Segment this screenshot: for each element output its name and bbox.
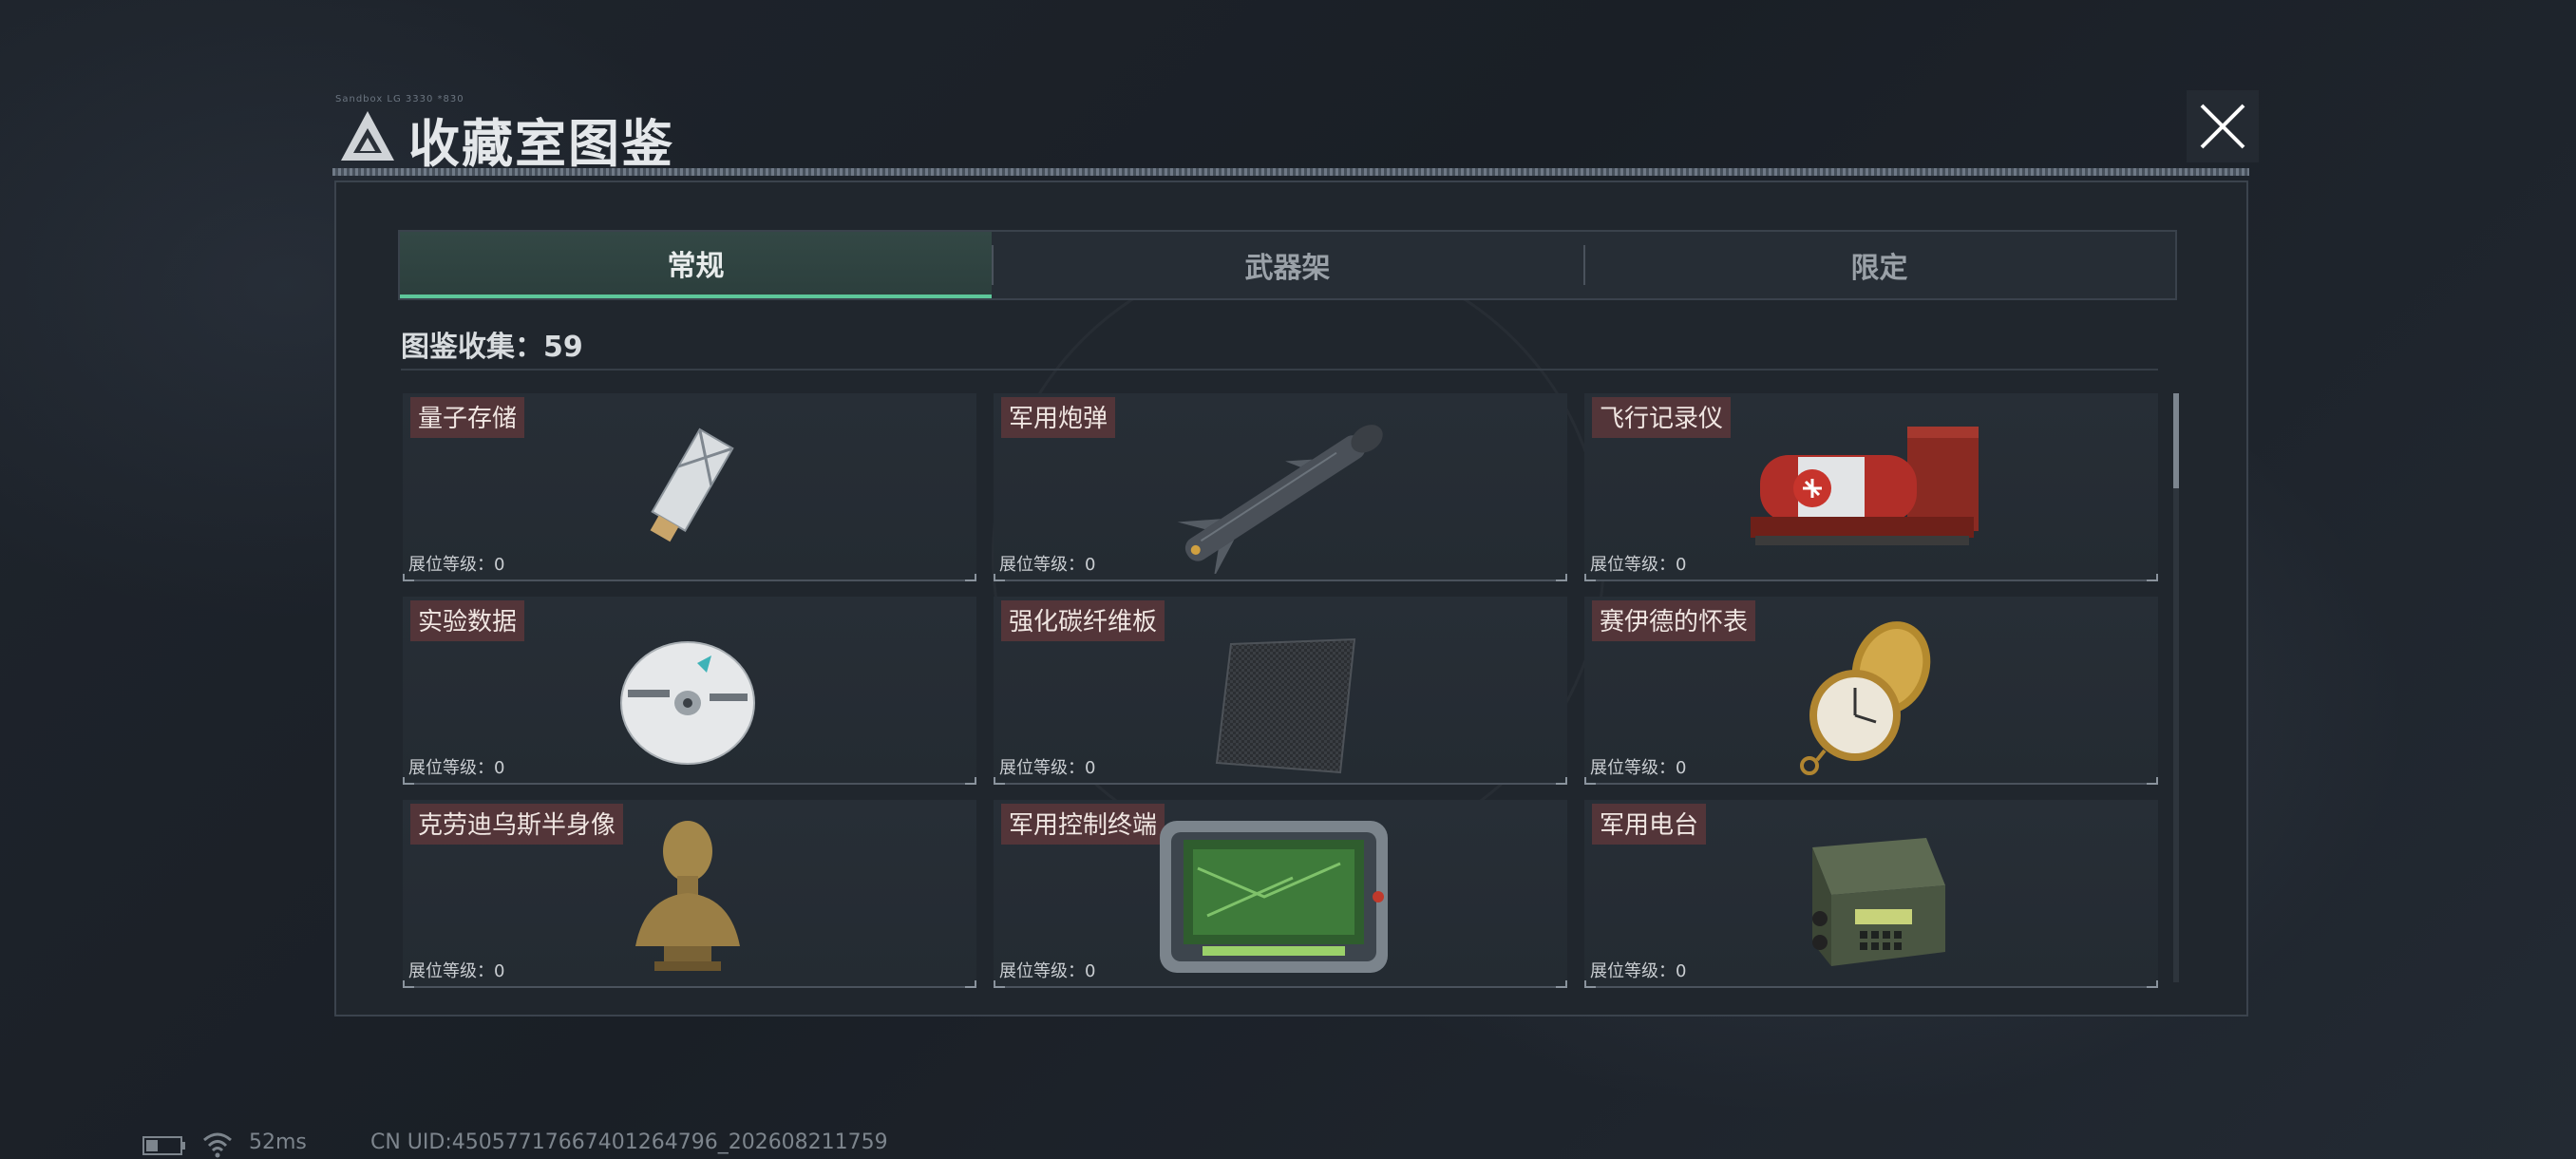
item-name: 军用控制终端 [1001,804,1165,845]
item-name: 飞行记录仪 [1592,397,1732,438]
pocket-watch-icon [1800,621,1931,775]
item-card[interactable]: 克劳迪乌斯半身像 展位等级：0 [403,800,976,988]
item-card[interactable]: 强化碳纤维板 展位等级：0 [994,597,1567,785]
item-name: 强化碳纤维板 [1001,600,1165,641]
item-card[interactable]: 军用炮弹 展位等级：0 [994,393,1567,581]
battery-icon [142,1136,185,1155]
item-name: 军用炮弹 [1001,397,1116,438]
item-name: 量子存储 [410,397,525,438]
item-level: 展位等级：0 [1590,961,1687,981]
close-button[interactable] [2187,90,2259,162]
item-level: 展位等级：0 [408,961,505,981]
flight-recorder-icon [1751,427,1979,545]
collection-panel: 常规 武器架 限定 图鉴收集：59 量子存储 展位等级：0 军用炮弹 展位等级：… [334,180,2248,1016]
item-grid: 量子存储 展位等级：0 军用炮弹 展位等级：0 飞行记录仪 展位等级：0 实验数… [403,393,2160,990]
scroll-thumb[interactable] [2173,393,2179,488]
item-level: 展位等级：0 [999,961,1096,981]
header-divider [332,168,2249,176]
disc-icon [620,641,755,765]
modal-header: Sandbox LG 3330 *830 收藏室图鉴 [328,90,2259,176]
collection-count: 图鉴收集：59 [401,331,583,364]
tab-weapon-rack[interactable]: 武器架 [992,232,1583,298]
triangle-logo-icon [341,111,394,161]
item-card[interactable]: 军用电台 展位等级：0 [1584,800,2158,988]
item-card[interactable]: 军用控制终端 展位等级：0 [994,800,1567,988]
item-name: 军用电台 [1592,804,1707,845]
item-level: 展位等级：0 [999,555,1096,575]
wifi-icon [203,1132,232,1158]
item-card[interactable]: 量子存储 展位等级：0 [403,393,976,581]
uid-text: CN UID:450577176674012647​96_20260821175… [370,1130,888,1154]
item-card[interactable]: 赛伊德的怀表 展位等级：0 [1584,597,2158,785]
tab-bar: 常规 武器架 限定 [398,230,2177,300]
item-card[interactable]: 实验数据 展位等级：0 [403,597,976,785]
item-level: 展位等级：0 [1590,555,1687,575]
divider [401,369,2158,370]
usb-drive-icon [650,428,734,542]
page-title: 收藏室图鉴 [408,114,674,174]
missile-icon [1177,425,1383,574]
tab-regular[interactable]: 常规 [400,232,992,298]
close-icon [2200,104,2245,149]
terminal-icon [1160,821,1388,973]
item-name: 赛伊德的怀表 [1592,600,1756,641]
item-level: 展位等级：0 [1590,758,1687,778]
radio-icon [1812,838,1945,966]
item-level: 展位等级：0 [999,758,1096,778]
ping-text: 52ms [249,1130,307,1154]
bust-icon [635,821,740,971]
item-name: 克劳迪乌斯半身像 [410,804,624,845]
scrollbar[interactable] [2173,393,2179,982]
carbon-plate-icon [1215,637,1356,774]
item-level: 展位等级：0 [408,555,505,575]
item-card[interactable]: 飞行记录仪 展位等级：0 [1584,393,2158,581]
item-level: 展位等级：0 [408,758,505,778]
tab-limited[interactable]: 限定 [1583,232,2175,298]
item-name: 实验数据 [410,600,525,641]
